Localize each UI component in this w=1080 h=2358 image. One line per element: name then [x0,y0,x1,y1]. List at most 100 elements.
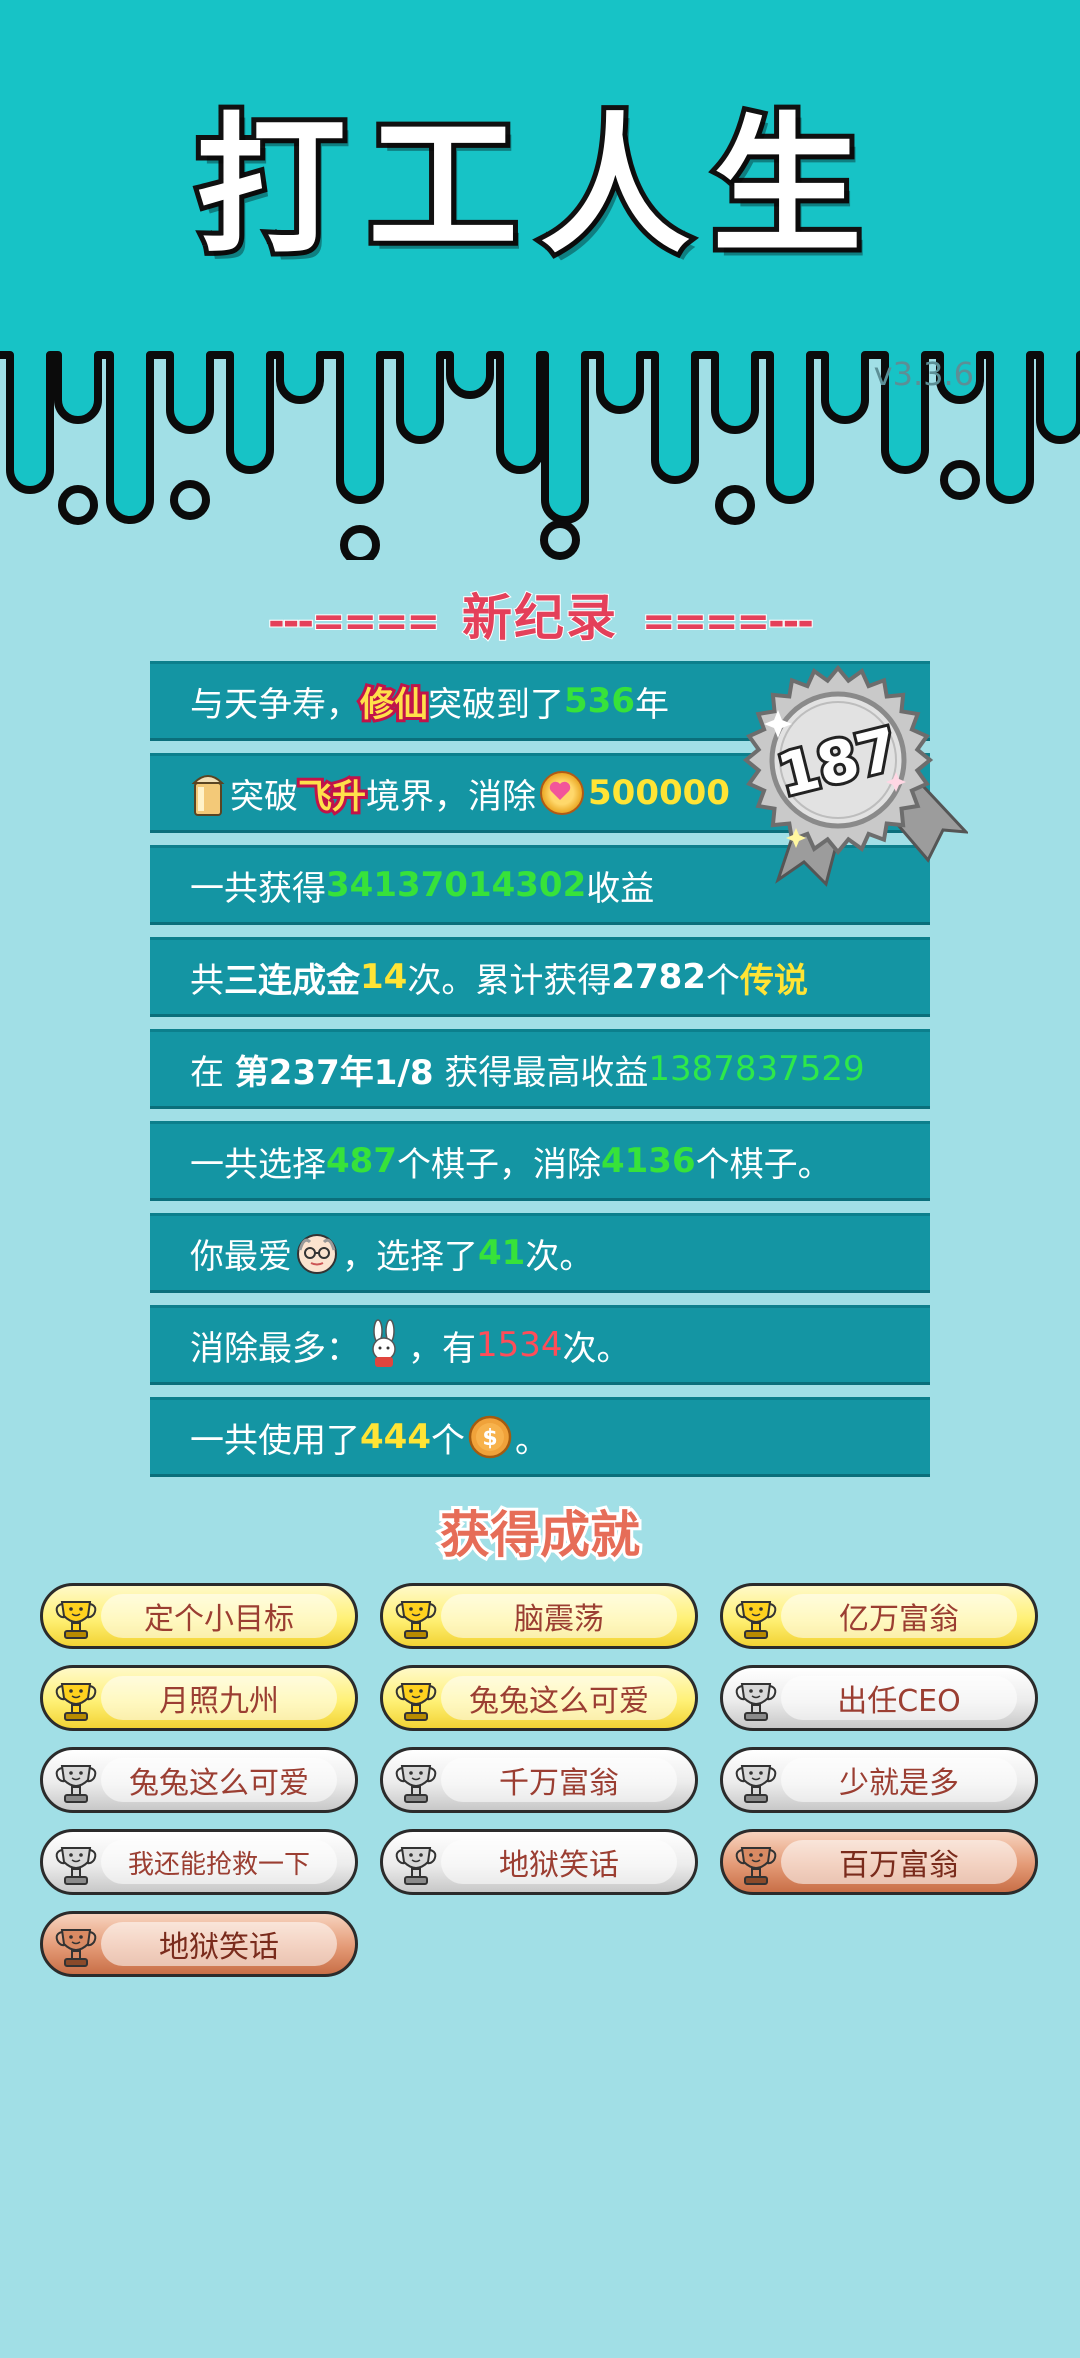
row-text: 个棋子，消除 [396,1144,601,1185]
drip-dot [170,480,210,520]
achievement-item[interactable]: 兔兔这么可爱 [380,1665,698,1731]
achievement-label: 我还能抢救一下 [127,1849,310,1880]
achievement-label: 少就是多 [839,1766,959,1801]
achievement-label: 脑震荡 [514,1602,604,1637]
trophy-icon [395,1683,437,1721]
trophy-icon [735,1601,777,1639]
achievement-item[interactable]: 出任CEO [720,1665,1038,1731]
achievement-item[interactable]: 脑震荡 [380,1583,698,1649]
achievement-item[interactable]: 少就是多 [720,1747,1038,1813]
achievement-label: 定个小目标 [144,1602,294,1637]
trophy-icon [55,1601,97,1639]
heading-dash-left: ---==== [267,598,441,646]
heading-dash-right: ====--- [641,598,815,646]
row-text: 突破到了 [428,684,564,725]
new-record-heading: ---==== 新纪录 ====--- [0,578,1080,650]
year-value: 536 [564,681,635,721]
row-text: 在 [190,1052,235,1093]
old-man-face-icon [294,1230,340,1276]
row-text: 你最爱 [190,1236,292,1277]
row-text: 共 [190,960,224,1001]
eliminated-count: 4136 [600,1141,696,1181]
row-text: 突破 [230,776,298,817]
new-record-title: 新纪录 [461,588,618,648]
coins-used-count: 444 [360,1417,431,1457]
row-text: 获得最高收益 [433,1052,649,1093]
trophy-icon [395,1765,437,1803]
achievement-label: 亿万富翁 [839,1602,959,1637]
row-text: 一共使用了 [190,1420,360,1461]
row-pieces: 一共选择 487 个棋子，消除 4136 个棋子。 [150,1121,930,1201]
cost-value: 500000 [588,773,730,813]
heart-coin-icon [540,771,584,815]
achievement-item[interactable]: 千万富翁 [380,1747,698,1813]
row-text: 一共获得 [190,868,326,909]
svg-text:$: $ [482,1426,497,1451]
trophy-icon [55,1765,97,1803]
row-triple-gold: 共三连成金 14 次。累计获得 2782 个传说 [150,937,930,1017]
dollar-coin-icon: $ [467,1414,513,1460]
row-favorite: 你最爱 ，选择了 41 次。 [150,1213,930,1293]
row-text: 个 [430,1420,465,1461]
achievement-item[interactable]: 月照九州 [40,1665,358,1731]
row-text: 。 [514,1420,549,1461]
income-value: 34137014302 [326,865,587,905]
achievement-item[interactable]: 定个小目标 [40,1583,358,1649]
legend-count: 2782 [611,957,706,997]
row-text: 次。累计获得 [407,960,612,1001]
achievements-title: 获得成就 [437,1503,643,1567]
trophy-icon [735,1847,777,1885]
ascend-tag: 飞升 [295,774,369,820]
row-most-eliminated: 消除最多： ，有 1534 次。 [150,1305,930,1385]
row-text: 次。 [562,1328,631,1369]
row-text: 个 [705,960,740,1001]
trophy-icon [55,1929,97,1967]
triple-count: 14 [360,957,408,997]
game-title: 打工人生 [191,100,884,274]
achievement-item[interactable]: 亿万富翁 [720,1583,1038,1649]
eliminated-most-count: 1534 [476,1325,563,1365]
row-text: 与天争寿， [190,684,360,725]
achievement-item[interactable]: 兔兔这么可爱 [40,1747,358,1813]
drip-banner [0,0,1080,560]
rank-badge: 187 [738,660,970,900]
trophy-icon [55,1847,97,1885]
highest-income-value: 1387837529 [648,1049,865,1089]
achievement-label: 地狱笑话 [159,1930,279,1965]
trophy-icon [735,1683,777,1721]
achievement-label: 月照九州 [159,1684,279,1719]
achievement-label: 百万富翁 [839,1848,959,1883]
date-value: 第237年1/8 [234,1052,434,1093]
trophy-icon [55,1683,97,1721]
row-text: 个棋子。 [695,1144,832,1185]
row-text: ，有 [408,1328,476,1369]
drip-dot [340,525,380,560]
achievement-item[interactable]: 地狱笑话 [40,1911,358,1977]
row-text: 消除最多： [190,1328,360,1369]
header: 打工人生 v3.3.6 [0,0,1080,560]
achievement-label: 地狱笑话 [499,1848,619,1883]
triple-gold-label: 三连成金 [224,960,360,1001]
legend-label: 传说 [739,960,808,1001]
drip-dot [715,485,755,525]
drip-dot [940,460,980,500]
bucket-icon [190,769,226,817]
achievement-item[interactable]: 我还能抢救一下 [40,1829,358,1895]
row-highest-income: 在 第237年1/8 获得最高收益 1387837529 [150,1029,930,1109]
drip-dot [540,520,580,560]
trophy-icon [395,1847,437,1885]
row-text: ，选择了 [342,1236,478,1277]
row-text: 一共选择 [190,1144,326,1185]
favorite-count: 41 [478,1233,526,1273]
trophy-icon [735,1765,777,1803]
version-label: v3.3.6 [873,355,974,393]
achievement-item[interactable]: 百万富翁 [720,1829,1038,1895]
cultivation-tag: 修仙 [357,682,431,728]
selected-count: 487 [326,1141,397,1181]
rabbit-icon [364,1319,404,1371]
achievement-label: 千万富翁 [499,1766,619,1801]
achievement-item[interactable]: 地狱笑话 [380,1829,698,1895]
achievement-label: 兔兔这么可爱 [469,1684,649,1719]
achievement-label: 兔兔这么可爱 [129,1766,309,1801]
drip-dot [58,485,98,525]
